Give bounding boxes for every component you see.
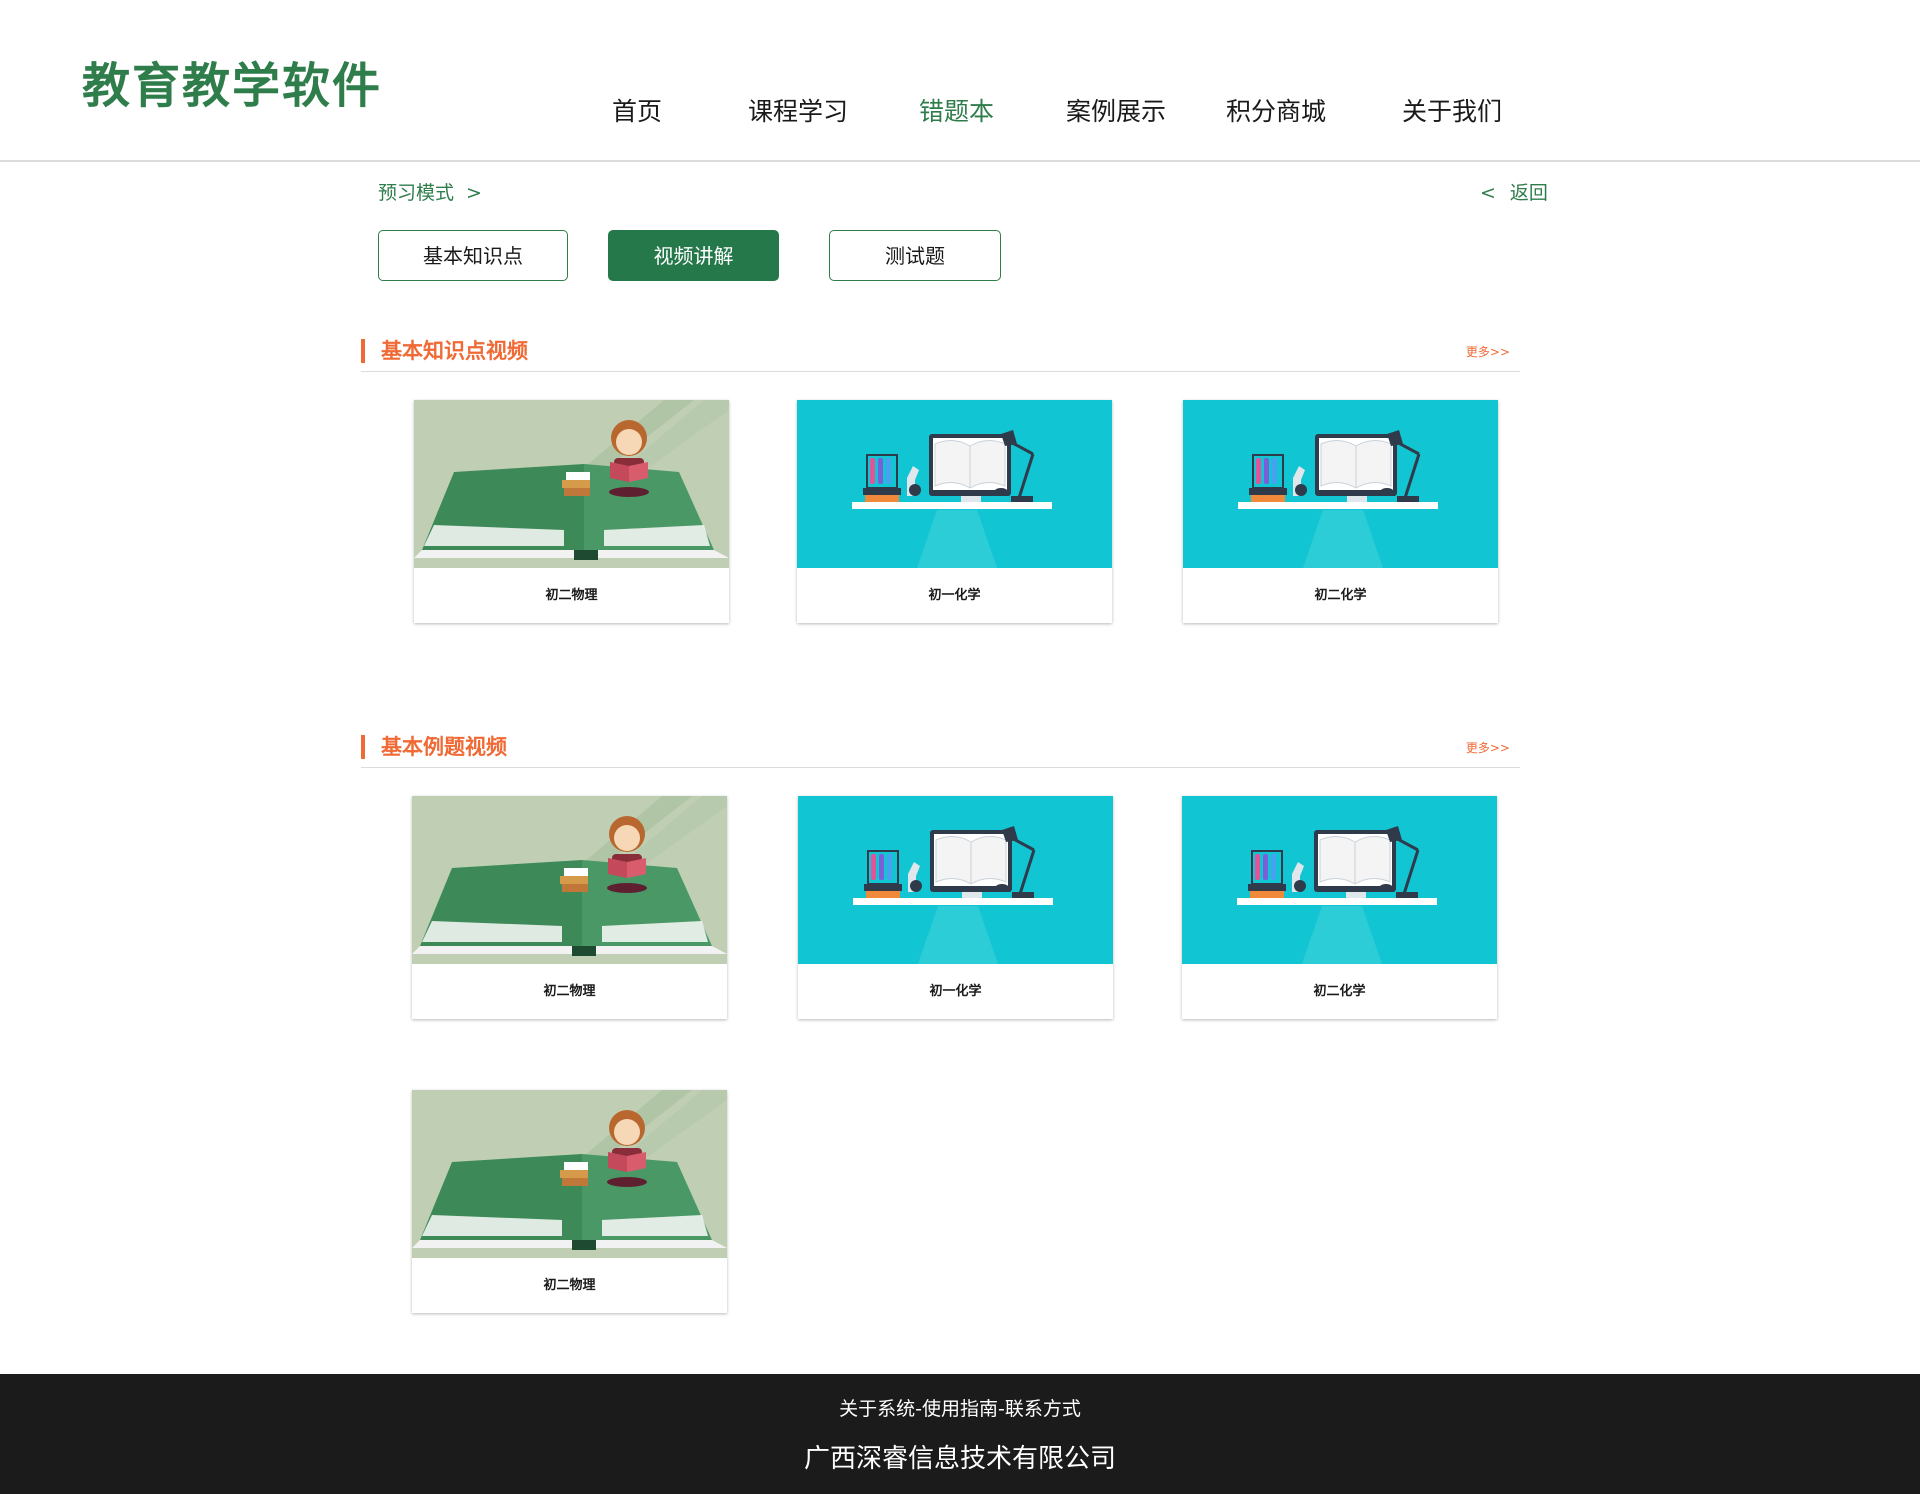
nav-item-mistake-book[interactable]: 错题本 [919,92,994,132]
girl-reading-book-illustration [412,1090,727,1258]
video-card[interactable]: 初二化学 [1183,400,1498,623]
video-thumbnail [1183,400,1498,568]
video-card-caption: 初二物理 [543,1278,596,1293]
girl-reading-book-illustration [412,796,727,964]
section-header-knowledge-videos: 基本知识点视频 更多>> [361,336,1520,372]
nav-item-about[interactable]: 关于我们 [1402,92,1502,132]
nav-item-points-mall[interactable]: 积分商城 [1226,92,1326,132]
footer-company-name: 广西深睿信息技术有限公司 [803,1444,1116,1474]
video-card-caption: 初二物理 [545,588,598,603]
video-thumbnail [412,796,727,964]
main-nav: 首页 课程学习 错题本 案例展示 积分商城 关于我们 [0,92,1920,132]
lab-desk-open-book-illustration [797,400,1112,568]
back-arrow-icon: < [1480,182,1496,204]
video-card[interactable]: 初一化学 [797,400,1112,623]
nav-item-cases[interactable]: 案例展示 [1066,92,1166,132]
video-card-caption: 初二化学 [1313,984,1366,999]
breadcrumb: 预习模式 > [378,180,482,206]
back-label: 返回 [1509,182,1548,204]
breadcrumb-item-preview-mode[interactable]: 预习模式 [378,182,454,204]
more-link[interactable]: 更多>> [1466,344,1510,360]
section-title: 基本例题视频 [381,735,507,759]
mode-button-video-explanation[interactable]: 视频讲解 [608,230,779,281]
video-thumbnail [1182,796,1497,964]
video-card[interactable]: 初二物理 [414,400,729,623]
video-thumbnail [798,796,1113,964]
video-thumbnail [797,400,1112,568]
breadcrumb-separator: > [466,182,482,204]
nav-item-courses[interactable]: 课程学习 [748,92,848,132]
video-card-caption: 初二化学 [1314,588,1367,603]
footer-links[interactable]: 关于系统-使用指南-联系方式 [0,1396,1920,1422]
site-header: 教育教学软件 首页 课程学习 错题本 案例展示 积分商城 关于我们 [0,0,1920,162]
lab-desk-open-book-illustration [1183,400,1498,568]
section-title: 基本知识点视频 [381,339,528,363]
back-link[interactable]: < 返回 [1480,180,1548,206]
lab-desk-open-book-illustration [798,796,1113,964]
mode-button-knowledge-points[interactable]: 基本知识点 [378,230,568,281]
video-thumbnail [412,1090,727,1258]
nav-item-home[interactable]: 首页 [612,92,662,132]
site-footer: 关于系统-使用指南-联系方式 广西深睿信息技术有限公司 [0,1374,1920,1494]
more-link[interactable]: 更多>> [1466,740,1510,756]
video-card-caption: 初二物理 [543,984,596,999]
video-card-caption: 初一化学 [928,588,981,603]
video-card[interactable]: 初二化学 [1182,796,1497,1019]
lab-desk-open-book-illustration [1182,796,1497,964]
video-thumbnail [414,400,729,568]
section-accent-bar [361,735,365,759]
girl-reading-book-illustration [414,400,729,568]
video-card-caption: 初一化学 [929,984,982,999]
section-header-example-videos: 基本例题视频 更多>> [361,732,1520,768]
video-card[interactable]: 初一化学 [798,796,1113,1019]
section-accent-bar [361,339,365,363]
video-card[interactable]: 初二物理 [412,796,727,1019]
video-card[interactable]: 初二物理 [412,1090,727,1313]
mode-button-quiz[interactable]: 测试题 [829,230,1001,281]
